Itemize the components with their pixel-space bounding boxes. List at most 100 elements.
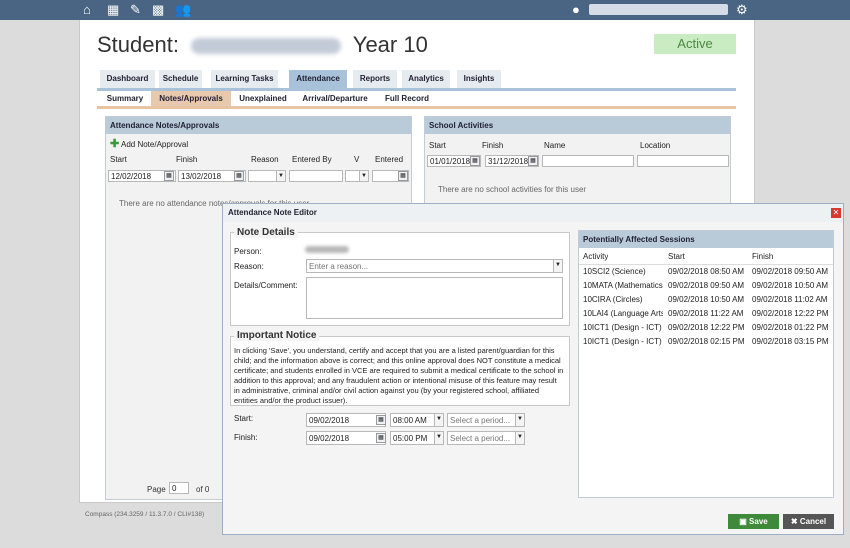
activity-cell: 10LAI4 (Language Arts) <box>583 309 663 318</box>
panel-title: Attendance Notes/Approvals <box>106 117 411 134</box>
cancel-button[interactable]: ✖ Cancel <box>783 514 834 529</box>
finish-cell: 09/02/2018 03:15 PM <box>752 337 829 346</box>
pencil-icon[interactable]: ✎ <box>130 3 141 17</box>
table-row[interactable]: 10CIRA (Circles) 09/02/2018 10:50 AM 09/… <box>579 293 833 307</box>
chevron-down-icon[interactable]: ▼ <box>434 413 444 427</box>
chevron-down-icon[interactable]: ▼ <box>515 413 525 427</box>
col-start[interactable]: Start <box>668 250 685 264</box>
panel-title: School Activities <box>425 117 730 134</box>
finish-label: Finish: <box>234 433 258 442</box>
start-period-select[interactable]: Select a period... <box>447 413 525 427</box>
finish-cell: 09/02/2018 09:50 AM <box>752 267 829 276</box>
finish-cell: 09/02/2018 11:02 AM <box>752 295 828 304</box>
finish-date-input[interactable]: 09/02/2018 <box>306 431 386 445</box>
status-badge: Active <box>654 34 736 54</box>
tab-summary[interactable]: Summary <box>101 91 149 106</box>
tab-unexplained[interactable]: Unexplained <box>237 91 289 106</box>
calendar-icon[interactable]: ▦ <box>376 433 386 443</box>
chevron-down-icon[interactable]: ▼ <box>276 170 286 182</box>
details-textarea[interactable] <box>306 277 563 319</box>
student-name <box>191 38 342 55</box>
col-start[interactable]: Start <box>110 155 127 164</box>
start-date-input[interactable]: 09/02/2018 <box>306 413 386 427</box>
student-prefix: Student: <box>97 32 179 57</box>
activity-cell: 10CIRA (Circles) <box>583 295 643 304</box>
col-entered[interactable]: Entered <box>375 155 403 164</box>
col-finish[interactable]: Finish <box>752 250 773 264</box>
top-navigation-bar: ⌂ ▦ ✎ ▩ 👥 ● ⚙ <box>0 0 850 20</box>
save-button[interactable]: ▣ Save <box>728 514 779 529</box>
affected-sessions-panel: Potentially Affected Sessions Activity S… <box>578 230 834 498</box>
calendar-icon[interactable]: ▦ <box>234 171 244 181</box>
col-finish[interactable]: Finish <box>482 141 503 150</box>
plus-icon: ✚ <box>110 138 120 150</box>
user-name[interactable] <box>589 4 728 15</box>
table-row[interactable]: 10ICT1 (Design - ICT) 09/02/2018 12:22 P… <box>579 321 833 335</box>
col-location[interactable]: Location <box>640 141 670 150</box>
close-icon[interactable]: ✕ <box>831 208 841 218</box>
calendar-icon[interactable]: ▦ <box>528 156 538 166</box>
calendar-icon[interactable]: ▦ <box>164 171 174 181</box>
finish-cell: 09/02/2018 01:22 PM <box>752 323 829 332</box>
calendar-icon[interactable]: ▦ <box>398 171 408 181</box>
table-row[interactable]: 10LAI4 (Language Arts) 09/02/2018 11:22 … <box>579 307 833 321</box>
version-info: Compass (234.3259 / 11.3.7.0 / CLI#138) <box>85 511 205 518</box>
start-label: Start: <box>234 414 254 423</box>
activity-cell: 10SCI2 (Science) <box>583 267 646 276</box>
cancel-label: Cancel <box>799 517 827 526</box>
finish-period-select[interactable]: Select a period... <box>447 431 525 445</box>
tab-reports[interactable]: Reports <box>353 70 397 88</box>
tab-analytics[interactable]: Analytics <box>402 70 450 88</box>
tab-full-record[interactable]: Full Record <box>383 91 431 106</box>
tab-dashboard[interactable]: Dashboard <box>100 70 155 88</box>
tab-arrival-departure[interactable]: Arrival/Departure <box>299 91 371 106</box>
sub-tabs: Summary Notes/Approvals Unexplained Arri… <box>97 91 736 109</box>
save-label: Save <box>749 517 768 526</box>
start-cell: 09/02/2018 11:22 AM <box>668 309 744 318</box>
chevron-down-icon[interactable]: ▼ <box>515 431 525 445</box>
col-name[interactable]: Name <box>544 141 565 150</box>
col-activity[interactable]: Activity <box>583 250 608 264</box>
home-icon[interactable]: ⌂ <box>83 3 91 17</box>
page-of: of 0 <box>196 485 210 494</box>
attendance-note-editor: Attendance Note Editor ✕ Note Details Pe… <box>222 203 844 535</box>
details-label: Details/Comment: <box>234 281 298 290</box>
note-details-title: Note Details <box>234 227 298 238</box>
add-note-button[interactable]: ✚ Add Note/Approval <box>110 137 188 150</box>
start-cell: 09/02/2018 02:15 PM <box>668 337 745 346</box>
col-finish[interactable]: Finish <box>176 155 197 164</box>
tab-attendance[interactable]: Attendance <box>289 70 347 88</box>
calendar-icon[interactable]: ▦ <box>376 415 386 425</box>
gear-icon[interactable]: ⚙ <box>736 3 748 17</box>
table-row[interactable]: 10SCI2 (Science) 09/02/2018 08:50 AM 09/… <box>579 265 833 279</box>
location-filter[interactable] <box>637 155 729 167</box>
chevron-down-icon[interactable]: ▼ <box>359 170 369 182</box>
col-v[interactable]: V <box>354 155 359 164</box>
people-icon[interactable]: 👥 <box>175 3 191 17</box>
user-icon[interactable]: ● <box>572 3 580 17</box>
activity-cell: 10MATA (Mathematics) <box>583 281 663 290</box>
tab-notes-approvals[interactable]: Notes/Approvals <box>151 91 231 106</box>
name-filter[interactable] <box>542 155 634 167</box>
finish-cell: 09/02/2018 10:50 AM <box>752 281 829 290</box>
table-row[interactable]: 10MATA (Mathematics) 09/02/2018 09:50 AM… <box>579 279 833 293</box>
col-start[interactable]: Start <box>429 141 446 150</box>
col-reason[interactable]: Reason <box>251 155 279 164</box>
cancel-icon: ✖ <box>790 517 798 526</box>
start-cell: 09/02/2018 12:22 PM <box>668 323 745 332</box>
calendar-icon[interactable]: ▦ <box>470 156 480 166</box>
chevron-down-icon[interactable]: ▼ <box>434 431 444 445</box>
page-input[interactable]: 0 <box>169 482 189 494</box>
col-entered-by[interactable]: Entered By <box>292 155 332 164</box>
save-icon: ▣ <box>739 517 747 526</box>
chevron-down-icon[interactable]: ▼ <box>553 259 563 273</box>
tab-schedule[interactable]: Schedule <box>159 70 202 88</box>
tab-learning-tasks[interactable]: Learning Tasks <box>211 70 278 88</box>
table-row[interactable]: 10ICT1 (Design - ICT) 09/02/2018 02:15 P… <box>579 335 833 349</box>
calendar-icon[interactable]: ▦ <box>107 3 119 17</box>
reason-input[interactable] <box>306 259 563 273</box>
sessions-title: Potentially Affected Sessions <box>579 231 833 248</box>
grid-icon[interactable]: ▩ <box>152 3 164 17</box>
entered-by-filter[interactable] <box>289 170 343 182</box>
tab-insights[interactable]: Insights <box>457 70 501 88</box>
